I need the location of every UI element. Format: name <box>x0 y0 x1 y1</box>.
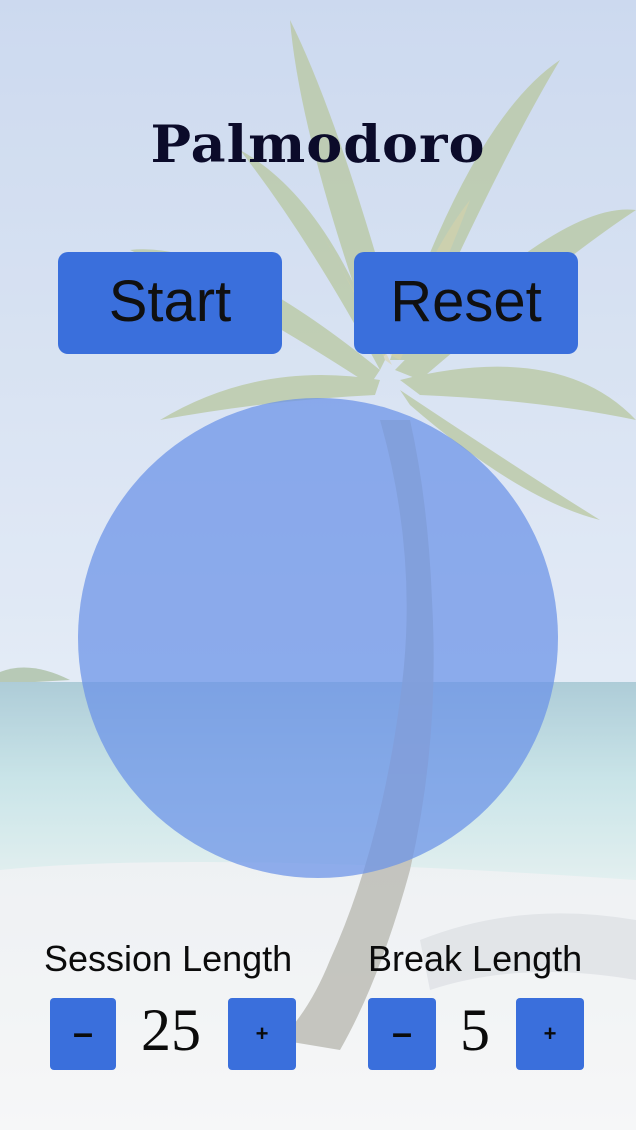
session-decrement-button[interactable]: – <box>50 998 116 1070</box>
break-length-label: Break Length <box>368 938 583 979</box>
app-title: Palmodoro <box>150 113 486 175</box>
break-increment-button[interactable]: + <box>516 998 584 1070</box>
timer-circle <box>78 398 558 878</box>
break-length-value: 5 <box>460 997 490 1063</box>
start-button[interactable]: Start <box>58 252 282 354</box>
session-length-value: 25 <box>141 997 201 1063</box>
session-length-label: Session Length <box>44 938 293 979</box>
break-decrement-button[interactable]: – <box>368 998 436 1070</box>
reset-button[interactable]: Reset <box>354 252 578 354</box>
session-increment-button[interactable]: + <box>228 998 296 1070</box>
